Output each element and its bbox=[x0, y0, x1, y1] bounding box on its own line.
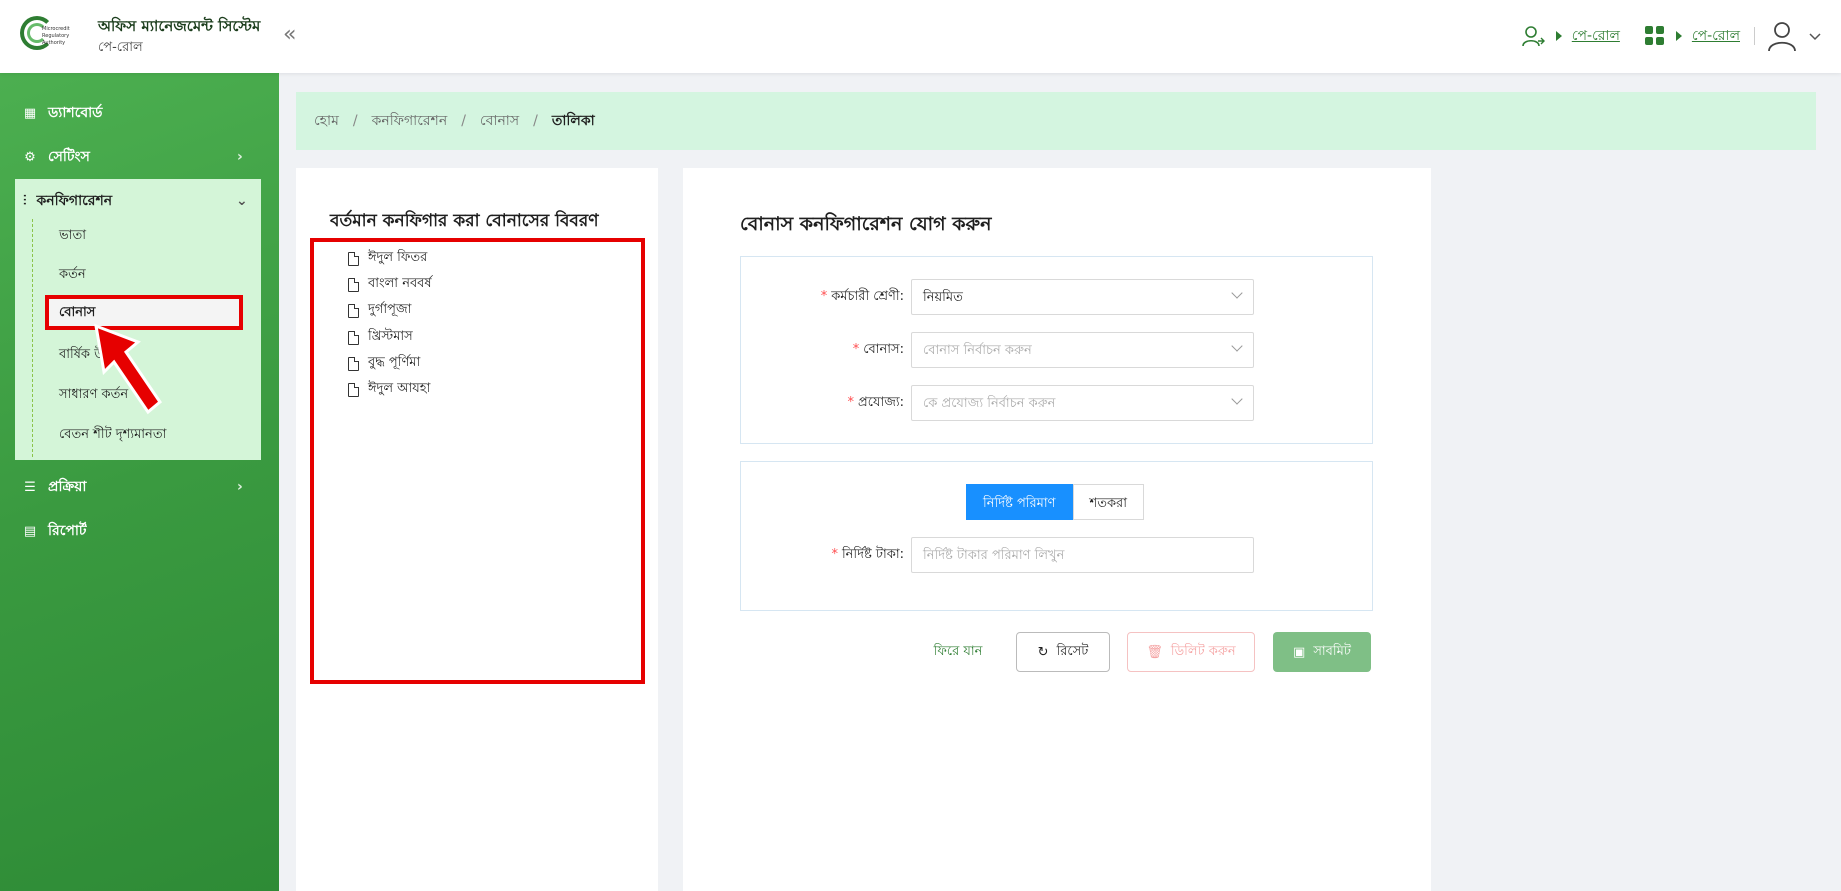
header-actions: পে-রোল পে-রোল bbox=[1520, 18, 1821, 54]
trash-icon: 🗑 bbox=[1146, 644, 1163, 660]
sidebar: ▦ ড্যাশবোর্ড ⚙ সেটিংস › ⫶ কনফিগারেশন ⌄ ভ… bbox=[0, 73, 279, 891]
app-subtitle: পে-রোল bbox=[98, 40, 143, 55]
caret-right-icon bbox=[1675, 31, 1682, 41]
sliders-icon: ⫶ bbox=[23, 193, 27, 209]
annotation-arrow-icon bbox=[94, 323, 163, 415]
form-section-amount: নির্দিষ্ট পরিমাণ শতকরা * নির্দিষ্ট টাকা: … bbox=[740, 461, 1373, 611]
sidebar-item-dashboard[interactable]: ▦ ড্যাশবোর্ড bbox=[22, 101, 103, 125]
report-icon: ▤ bbox=[23, 523, 37, 539]
amount-mode-toggle: নির্দিষ্ট পরিমাণ শতকরা bbox=[966, 484, 1144, 520]
mra-logo: Microcredit Regulatory Authority bbox=[20, 14, 76, 56]
chevron-down-icon bbox=[1231, 287, 1243, 299]
form-actions: ফিরে যান ↻ রিসেট 🗑 ডিলিট করুন ▣ সাবমিট bbox=[683, 632, 1431, 672]
bonus-tree-item[interactable]: বুদ্ধ পূর্ণিমা bbox=[348, 353, 420, 374]
applicable-select[interactable]: কে প্রযোজ্য নির্বাচন করুন bbox=[911, 385, 1254, 421]
fixed-amount-input[interactable]: নির্দিষ্ট টাকার পরিমাণ লিখুন bbox=[911, 537, 1254, 573]
save-icon: ▣ bbox=[1293, 644, 1306, 660]
app-title: অফিস ম্যানেজমেন্ট সিস্টেম bbox=[98, 17, 261, 35]
applicable-row: * প্রযোজ্য: কে প্রযোজ্য নির্বাচন করুন bbox=[741, 385, 1374, 421]
file-icon bbox=[348, 356, 359, 371]
fixed-amount-row: * নির্দিষ্ট টাকা: নির্দিষ্ট টাকার পরিমাণ … bbox=[741, 537, 1374, 573]
bonus-tree-item[interactable]: ঈদুল আযহা bbox=[348, 379, 430, 400]
reload-icon: ↻ bbox=[1037, 644, 1049, 660]
collapse-sidebar-icon[interactable]: « bbox=[283, 22, 296, 47]
bonus-config-form-card: বোনাস কনফিগারেশন যোগ করুন * কর্মচারী শ্রে… bbox=[683, 168, 1431, 891]
reset-button[interactable]: ↻ রিসেট bbox=[1016, 632, 1110, 672]
breadcrumb-home[interactable]: হোম bbox=[314, 109, 339, 133]
apps-grid-icon[interactable] bbox=[1644, 25, 1666, 47]
user-switch-icon[interactable] bbox=[1520, 23, 1546, 49]
payroll-apps-link[interactable]: পে-রোল bbox=[1692, 24, 1740, 48]
sidebar-item-report[interactable]: ▤ রিপোর্ট bbox=[22, 519, 87, 543]
breadcrumb: হোম / কনফিগারেশন / বোনাস / তালিকা bbox=[296, 92, 1816, 150]
breadcrumb-current: তালিকা bbox=[551, 113, 595, 129]
breadcrumb-configuration[interactable]: কনফিগারেশন bbox=[372, 109, 448, 133]
gear-icon: ⚙ bbox=[24, 149, 36, 165]
bonus-tree-item[interactable]: খ্রিস্টমাস bbox=[348, 327, 413, 348]
chevron-right-icon: › bbox=[237, 149, 243, 165]
file-icon bbox=[348, 303, 359, 318]
file-icon bbox=[348, 382, 359, 397]
back-button[interactable]: ফিরে যান bbox=[928, 632, 988, 672]
applicable-label: প্রযোজ্য: bbox=[858, 395, 904, 410]
chevron-down-icon: ⌄ bbox=[236, 193, 248, 209]
file-icon bbox=[348, 330, 359, 345]
file-icon bbox=[348, 277, 359, 292]
sidebar-item-configuration[interactable]: ⫶ কনফিগারেশন ⌄ bbox=[23, 189, 248, 213]
submenu-item-deduction[interactable]: কর্তন bbox=[59, 265, 86, 286]
process-icon: ☰ bbox=[24, 479, 36, 495]
delete-button[interactable]: 🗑 ডিলিট করুন bbox=[1127, 632, 1255, 672]
form-title: বোনাস কনফিগারেশন যোগ করুন bbox=[740, 213, 992, 235]
panel-title: বর্তমান কনফিগার করা বোনাসের বিবরণ bbox=[330, 211, 599, 231]
bonus-label: বোনাস: bbox=[863, 342, 904, 357]
chevron-down-icon bbox=[1231, 340, 1243, 352]
bonus-tree-item[interactable]: দুর্গাপূজা bbox=[348, 300, 411, 321]
sidebar-item-settings[interactable]: ⚙ সেটিংস › bbox=[22, 145, 243, 169]
page-scrollbar[interactable] bbox=[1827, 73, 1841, 891]
chevron-down-icon[interactable] bbox=[1809, 30, 1821, 42]
configured-bonus-panel: বর্তমান কনফিগার করা বোনাসের বিবরণ ঈদুল ফ… bbox=[296, 168, 658, 891]
bonus-select[interactable]: বোনাস নির্বাচন করুন bbox=[911, 332, 1254, 368]
fixed-amount-label: নির্দিষ্ট টাকা: bbox=[841, 547, 904, 562]
employee-class-row: * কর্মচারী শ্রেণী: নিয়মিত bbox=[741, 279, 1374, 315]
submenu-guide-line bbox=[32, 219, 33, 457]
header-divider bbox=[1754, 27, 1755, 45]
user-avatar-icon[interactable] bbox=[1765, 19, 1799, 53]
submenu-item-salary-sheet-visibility[interactable]: বেতন শীট দৃশ্যমানতা bbox=[59, 425, 166, 446]
dashboard-icon: ▦ bbox=[23, 105, 37, 121]
breadcrumb-bonus[interactable]: বোনাস bbox=[480, 109, 519, 133]
employee-class-label: কর্মচারী শ্রেণী: bbox=[831, 289, 904, 304]
form-section-selection: * কর্মচারী শ্রেণী: নিয়মিত * বোনাস: বোনাস … bbox=[740, 256, 1373, 444]
submit-button[interactable]: ▣ সাবমিট bbox=[1273, 632, 1371, 672]
sidebar-item-process[interactable]: ☰ প্রক্রিয়া › bbox=[22, 475, 243, 499]
bonus-tree-item[interactable]: ঈদুল ফিতর bbox=[348, 248, 427, 269]
mode-percentage-button[interactable]: শতকরা bbox=[1072, 484, 1144, 520]
chevron-right-icon: › bbox=[237, 479, 243, 495]
top-header: Microcredit Regulatory Authority অফিস ম্… bbox=[0, 0, 1841, 73]
file-icon bbox=[348, 251, 359, 266]
bonus-tree-item[interactable]: বাংলা নববর্ষ bbox=[348, 274, 432, 295]
bonus-row: * বোনাস: বোনাস নির্বাচন করুন bbox=[741, 332, 1374, 368]
mode-fixed-amount-button[interactable]: নির্দিষ্ট পরিমাণ bbox=[966, 484, 1073, 520]
payroll-module-link[interactable]: পে-রোল bbox=[1572, 24, 1620, 48]
chevron-down-icon bbox=[1231, 393, 1243, 405]
caret-right-icon bbox=[1555, 31, 1562, 41]
employee-class-select[interactable]: নিয়মিত bbox=[911, 279, 1254, 315]
submenu-item-allowance[interactable]: ভাতা bbox=[59, 226, 86, 247]
